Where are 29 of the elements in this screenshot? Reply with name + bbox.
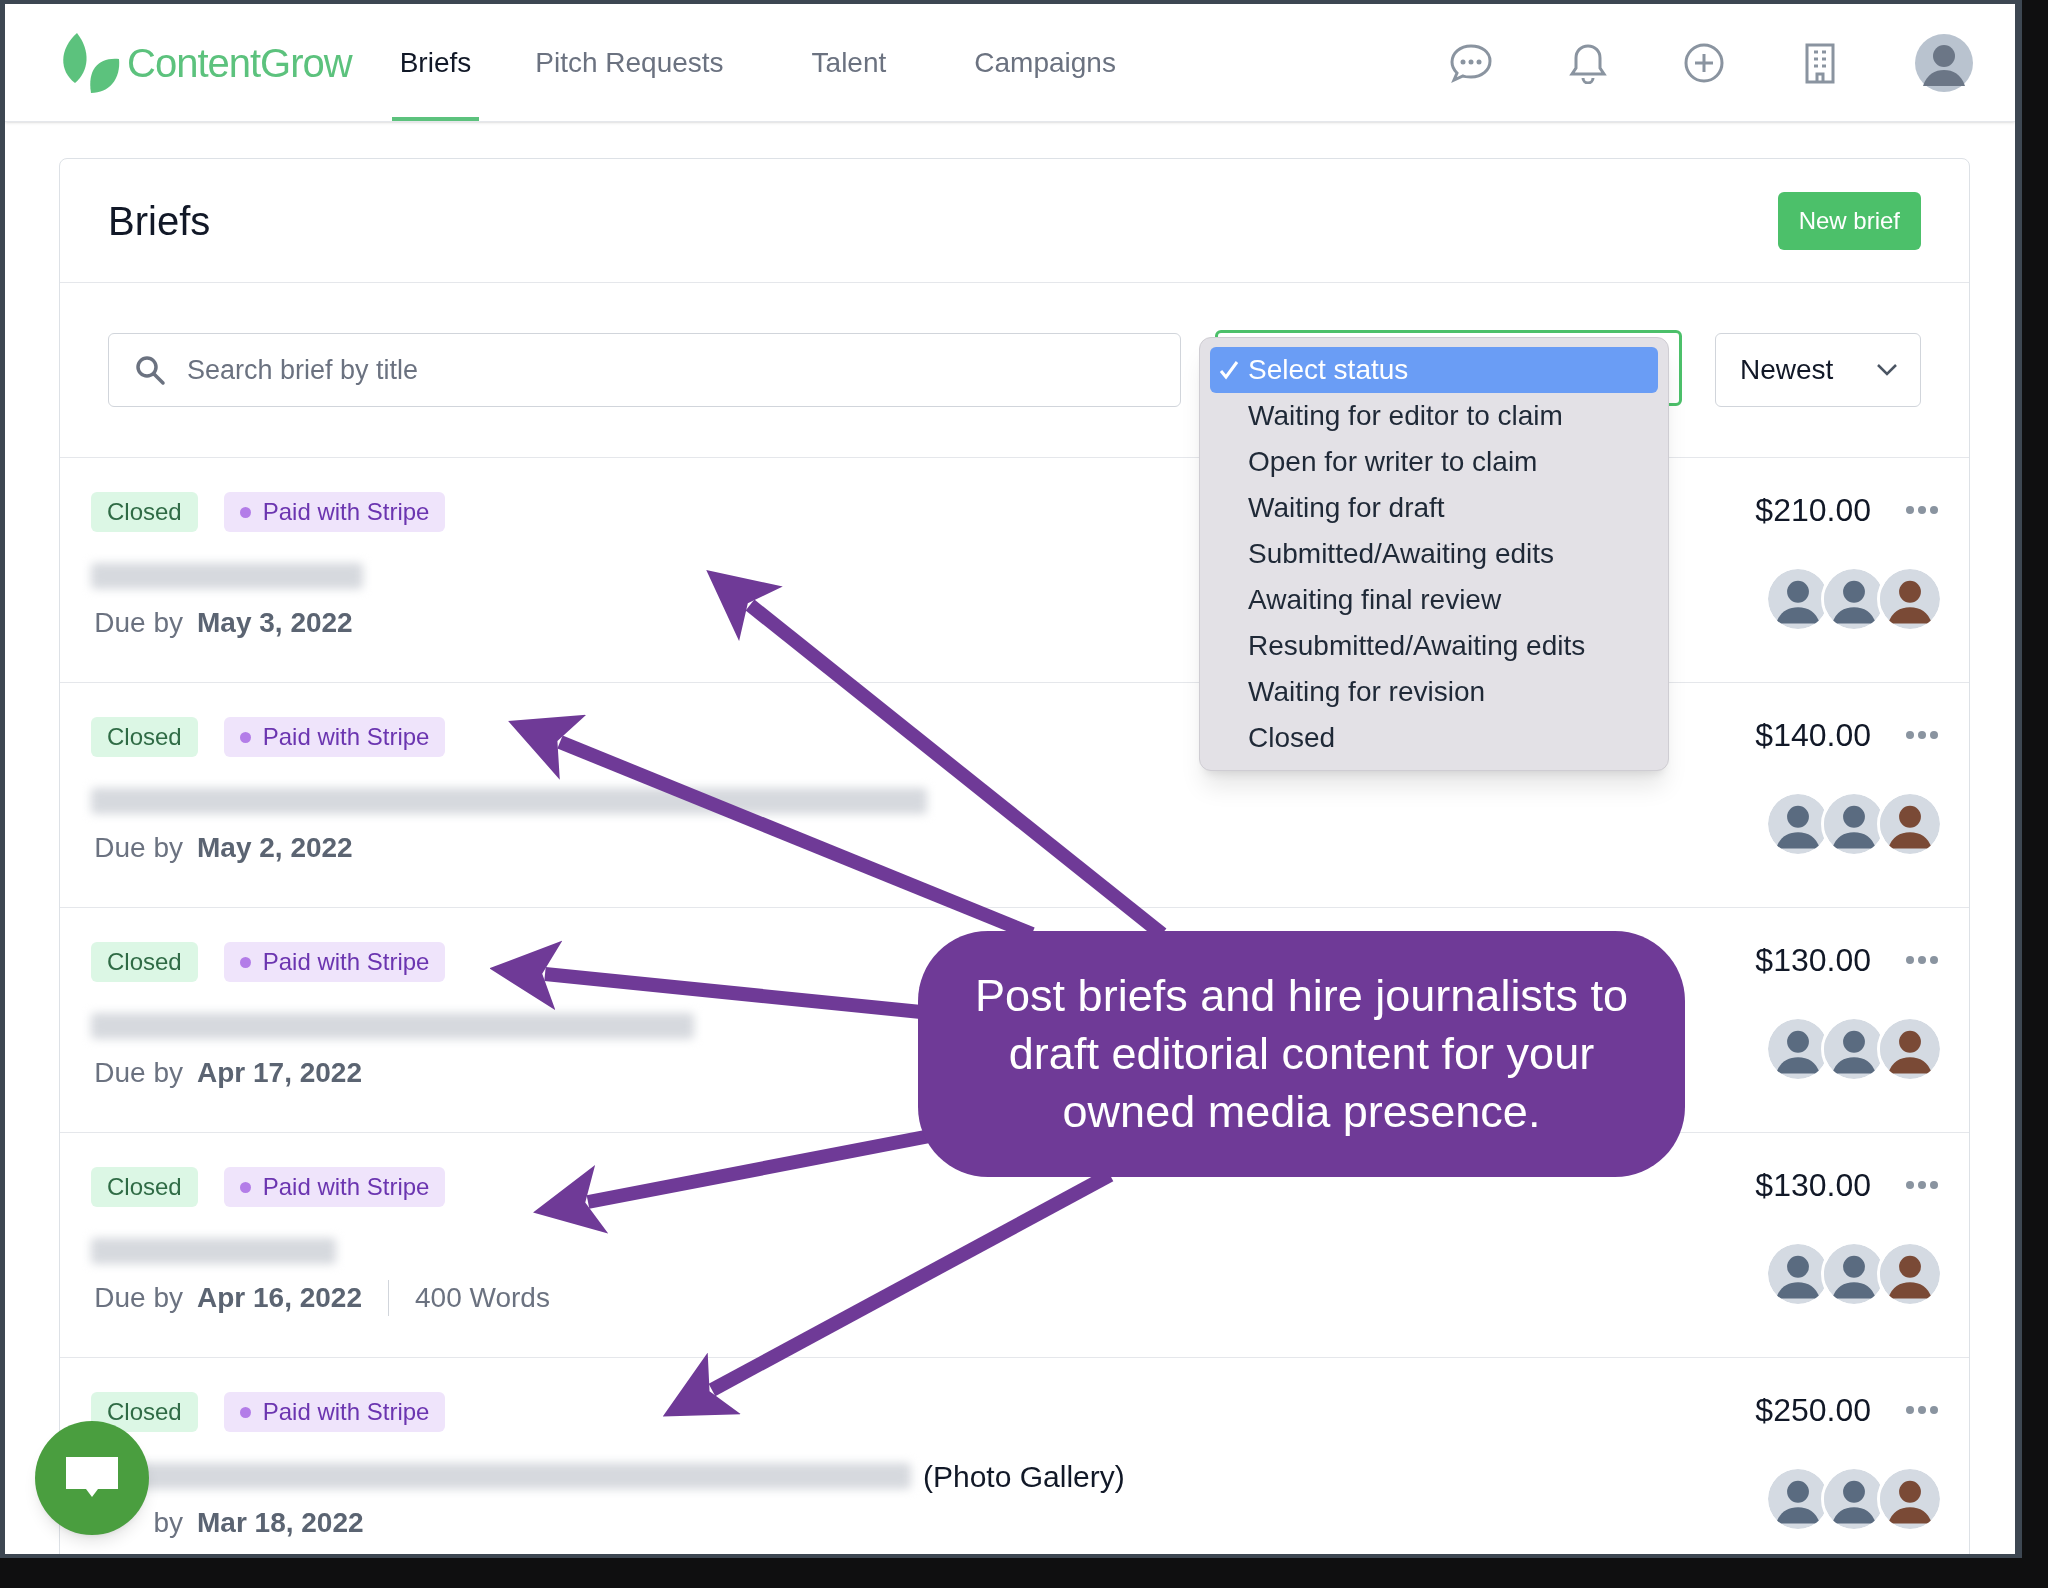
- price: $210.00: [1755, 491, 1871, 530]
- status-badge: Closed: [91, 1392, 198, 1432]
- price: $130.00: [1755, 1166, 1871, 1205]
- payment-badge: Paid with Stripe: [223, 717, 446, 757]
- callout-bubble: Post briefs and hire journalists to draft editorial content for your owned media presence.: [918, 931, 1685, 1177]
- due-label: Due by: [94, 1056, 183, 1090]
- status-badge: Closed: [91, 1167, 198, 1207]
- status-badge: Closed: [91, 942, 198, 982]
- status-badge: Closed: [91, 492, 198, 532]
- due-date: May 2, 2022: [197, 831, 353, 865]
- due-label: Due by: [94, 1281, 183, 1315]
- price: $140.00: [1755, 716, 1871, 755]
- due-date: Apr 17, 2022: [197, 1056, 362, 1090]
- payment-badge: Paid with Stripe: [223, 1392, 446, 1432]
- due-date: Apr 16, 2022: [197, 1281, 362, 1315]
- due-label: Due by: [94, 606, 183, 640]
- status-badge: Closed: [91, 717, 198, 757]
- due-label: by: [153, 1506, 183, 1540]
- price: $250.00: [1755, 1391, 1871, 1430]
- payment-badge: Paid with Stripe: [223, 942, 446, 982]
- payment-badge: Paid with Stripe: [223, 492, 446, 532]
- word-count: 400 Words: [415, 1281, 550, 1315]
- payment-badge: Paid with Stripe: [223, 1167, 446, 1207]
- due-date: Mar 18, 2022: [197, 1506, 364, 1540]
- title-suffix: (Photo Gallery): [923, 1458, 1125, 1495]
- page-title: Briefs: [108, 197, 211, 245]
- due-label: Due by: [94, 831, 183, 865]
- price: $130.00: [1755, 941, 1871, 980]
- due-date: May 3, 2022: [197, 606, 353, 640]
